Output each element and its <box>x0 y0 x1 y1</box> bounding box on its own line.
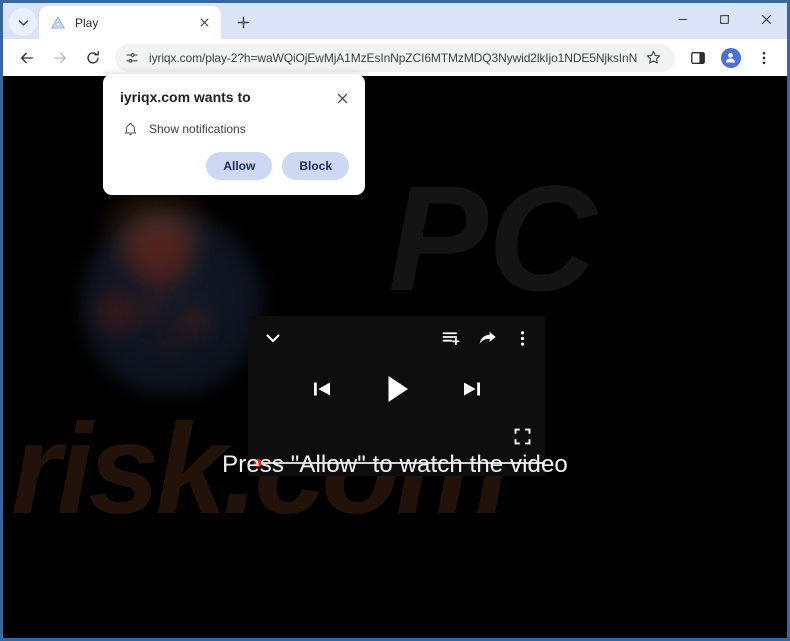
more-options-button[interactable] <box>514 329 531 348</box>
player-controls <box>248 372 545 406</box>
share-arrow-icon <box>479 331 496 344</box>
plus-icon <box>237 16 249 28</box>
minimize-icon <box>677 18 687 21</box>
chevron-down-icon <box>18 19 28 26</box>
bell-icon <box>121 120 139 138</box>
avatar <box>720 47 741 68</box>
dialog-close-button[interactable] <box>333 89 351 107</box>
browser-window: Play iyriqx.com/play-2?h=waWQiOjEwMjA1Mz… <box>0 0 790 641</box>
reload-icon <box>86 50 99 64</box>
play-favicon-icon <box>50 15 66 31</box>
close-icon <box>337 93 347 103</box>
site-settings-icon[interactable] <box>121 47 143 69</box>
block-button[interactable]: Block <box>282 152 349 180</box>
arrow-right-icon <box>53 52 66 63</box>
dialog-title: iyriqx.com wants to <box>120 89 251 105</box>
background-blob <box>81 214 263 396</box>
play-icon <box>388 376 408 402</box>
watermark-top: PC <box>388 154 597 322</box>
fullscreen-icon <box>514 428 531 445</box>
maximize-icon <box>719 15 729 24</box>
arrow-left-icon <box>20 52 33 63</box>
forward-button[interactable] <box>45 43 74 72</box>
back-button[interactable] <box>12 43 41 72</box>
tab-play[interactable]: Play <box>39 6 221 39</box>
allow-button[interactable]: Allow <box>206 152 273 180</box>
window-controls <box>661 3 787 36</box>
more-vertical-icon <box>520 330 525 346</box>
tab-strip: Play <box>3 3 787 39</box>
browser-toolbar: iyriqx.com/play-2?h=waWQiOjEwMjA1MzEsInN… <box>3 39 787 76</box>
add-to-queue-button[interactable] <box>442 329 461 348</box>
person-icon <box>725 53 736 63</box>
side-panel-button[interactable] <box>683 43 712 72</box>
player-top-bar <box>248 316 545 360</box>
close-button[interactable] <box>745 3 787 36</box>
dialog-header: iyriqx.com wants to <box>120 89 351 107</box>
playlist-add-icon <box>442 331 460 345</box>
share-button[interactable] <box>478 329 497 348</box>
reload-button[interactable] <box>78 43 107 72</box>
fullscreen-button[interactable] <box>514 428 531 450</box>
background-dot <box>181 308 207 334</box>
side-panel-icon <box>690 51 705 64</box>
skip-previous-icon <box>313 382 330 396</box>
background-dot <box>96 291 138 333</box>
background-glow <box>113 194 199 262</box>
notification-permission-dialog: iyriqx.com wants to Show notifications A… <box>103 74 365 195</box>
permission-row: Show notifications <box>121 120 246 138</box>
address-bar[interactable]: iyriqx.com/play-2?h=waWQiOjEwMjA1MzEsInN… <box>115 43 675 72</box>
chevron-down-icon <box>266 334 280 343</box>
dialog-actions: Allow Block <box>206 152 349 180</box>
permission-label: Show notifications <box>149 122 246 136</box>
background-dot <box>142 298 164 320</box>
tab-title: Play <box>75 15 99 30</box>
url-text: iyriqx.com/play-2?h=waWQiOjEwMjA1MzEsInN… <box>149 50 637 65</box>
background-dot <box>160 329 182 351</box>
more-vertical-icon <box>762 51 765 64</box>
maximize-button[interactable] <box>703 3 745 36</box>
profile-button[interactable] <box>716 43 745 72</box>
background-dot <box>127 224 191 288</box>
next-button[interactable] <box>460 377 484 401</box>
bookmark-star-icon[interactable] <box>641 46 665 70</box>
chrome-menu-button[interactable] <box>749 43 778 72</box>
play-button[interactable] <box>380 372 414 406</box>
collapse-button[interactable] <box>262 327 284 349</box>
page-caption: Press "Allow" to watch the video <box>222 451 568 478</box>
previous-button[interactable] <box>310 377 334 401</box>
tab-search-button[interactable] <box>9 8 37 36</box>
minimize-button[interactable] <box>661 3 703 36</box>
skip-next-icon <box>463 382 480 396</box>
tab-close-icon[interactable] <box>196 14 213 31</box>
close-icon <box>761 15 771 24</box>
new-tab-button[interactable] <box>229 8 257 36</box>
